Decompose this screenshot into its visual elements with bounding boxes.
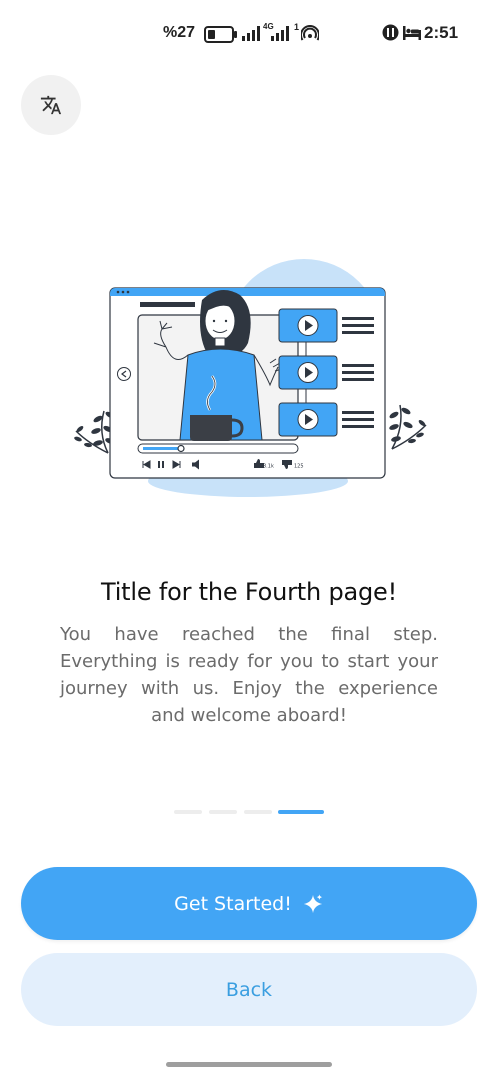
hotspot-icon [301, 25, 319, 41]
page-title: Title for the Fourth page! [100, 578, 398, 606]
page-indicator [0, 810, 498, 815]
translate-button[interactable] [21, 75, 81, 135]
page-dot-1[interactable] [174, 810, 202, 814]
gesture-bar[interactable] [166, 1062, 332, 1067]
translate-icon [40, 95, 62, 115]
bed-icon [403, 26, 421, 40]
plant-left [74, 410, 115, 454]
like-count: 3.1k [263, 464, 274, 470]
page-dot-3[interactable] [244, 810, 272, 814]
back-label: Back [225, 978, 273, 1001]
page-description: You have reached the final step. Everyth… [60, 624, 438, 726]
clock: 2:51 [424, 23, 459, 42]
sim-label: 1 [294, 22, 300, 32]
status-bar: %27 4G 1 2:51 [0, 0, 498, 68]
page-dot-2[interactable] [209, 810, 237, 814]
notification-app-icon [382, 24, 399, 41]
signal-icon [242, 26, 260, 41]
get-started-label: Get Started! [174, 892, 292, 915]
signal-icon-2 [271, 26, 289, 41]
page-dot-4-active[interactable] [278, 810, 324, 814]
battery-percentage: %27 [163, 24, 196, 41]
plant-right [389, 404, 427, 450]
get-started-button[interactable]: Get Started! [21, 867, 477, 940]
battery-icon [204, 26, 237, 43]
sparkle-icon [303, 893, 323, 913]
onboarding-illustration: 3.1k 125 [74, 259, 427, 497]
dislike-count: 125 [294, 464, 304, 470]
back-button[interactable]: Back [21, 953, 477, 1026]
